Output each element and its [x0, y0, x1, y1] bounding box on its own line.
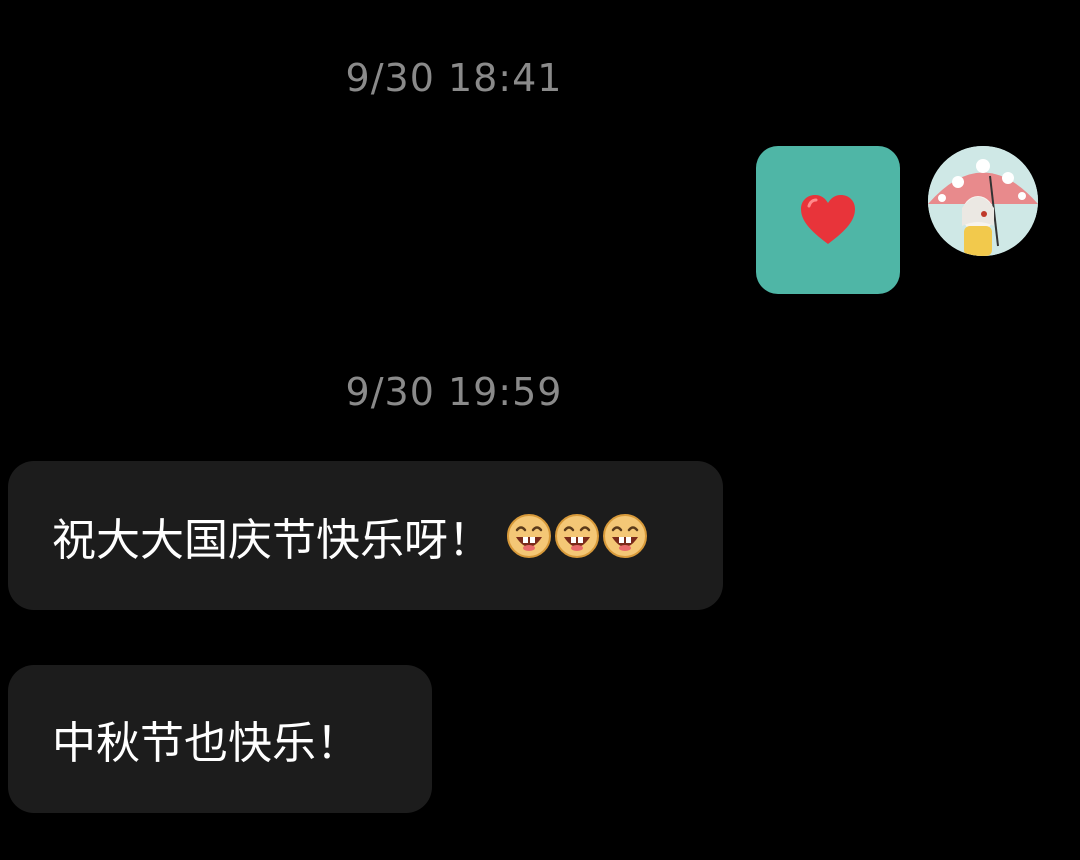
message-text: 中秋节也快乐！ — [52, 718, 360, 769]
avatar[interactable] — [928, 146, 1038, 256]
message-text: 祝大大国庆节快乐呀！ — [52, 514, 492, 566]
avatar-image — [928, 146, 1038, 256]
emoji-group — [506, 513, 650, 559]
received-message-bubble[interactable]: 祝大大国庆节快乐呀！ — [8, 461, 723, 610]
grinning-face-icon — [507, 513, 551, 558]
timestamp-1: 9/30 18:41 — [345, 56, 563, 100]
heart-icon — [801, 195, 855, 244]
timestamp-2: 9/30 19:59 — [345, 370, 563, 414]
received-message-bubble[interactable]: 中秋节也快乐！ — [8, 665, 432, 813]
grinning-face-icon — [555, 513, 599, 558]
sent-message-bubble[interactable] — [756, 146, 900, 294]
grinning-face-icon — [603, 513, 647, 558]
